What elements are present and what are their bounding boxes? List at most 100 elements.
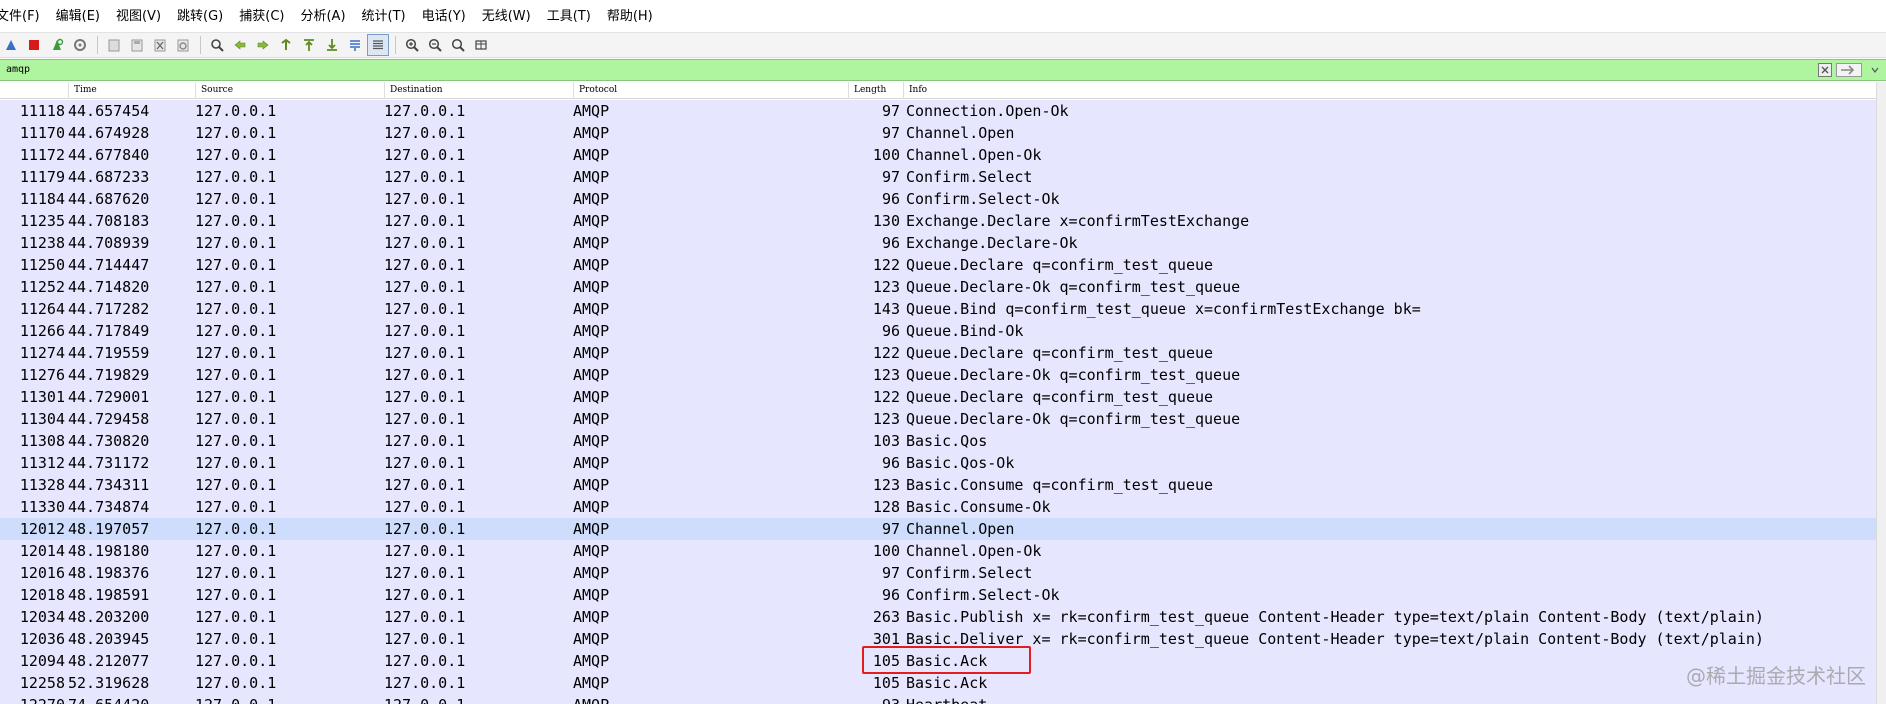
stop-capture-icon[interactable] xyxy=(23,34,45,56)
go-first-icon[interactable] xyxy=(298,34,320,56)
cell-destination: 127.0.0.1 xyxy=(384,212,466,230)
auto-scroll-icon[interactable] xyxy=(344,34,366,56)
menu-item[interactable]: 捕获(C) xyxy=(231,0,292,32)
table-row[interactable]: 12012 48.197057 127.0.0.1 127.0.0.1 AMQP 97 Ch… xyxy=(0,518,1876,540)
table-row[interactable]: 11172 44.677840 127.0.0.1 127.0.0.1 AMQP 100 C… xyxy=(0,144,1876,166)
table-row[interactable]: 11170 44.674928 127.0.0.1 127.0.0.1 AMQP 97 Ch… xyxy=(0,122,1876,144)
find-packet-icon[interactable] xyxy=(206,34,228,56)
table-row[interactable]: 11276 44.719829 127.0.0.1 127.0.0.1 AMQP 123 Q… xyxy=(0,364,1876,386)
go-back-icon[interactable] xyxy=(229,34,251,56)
column-header-length[interactable]: Length xyxy=(848,82,903,99)
column-header-protocol[interactable]: Protocol xyxy=(573,82,848,99)
table-row[interactable]: 11308 44.730820 127.0.0.1 127.0.0.1 AMQP 103 B… xyxy=(0,430,1876,452)
colorize-icon[interactable] xyxy=(367,34,389,56)
cell-info: Basic.Ack xyxy=(906,674,988,692)
table-row[interactable]: 11179 44.687233 127.0.0.1 127.0.0.1 AMQP 97 Co… xyxy=(0,166,1876,188)
apply-filter-icon[interactable] xyxy=(1836,63,1862,77)
table-row[interactable]: 11312 44.731172 127.0.0.1 127.0.0.1 AMQP 96 Ba… xyxy=(0,452,1876,474)
table-row[interactable]: 11264 44.717282 127.0.0.1 127.0.0.1 AMQP 143 Q… xyxy=(0,298,1876,320)
cell-time: 44.719829 xyxy=(68,366,150,384)
restart-capture-icon[interactable] xyxy=(46,34,68,56)
menu-item[interactable]: 工具(T) xyxy=(539,0,599,32)
table-row[interactable]: 11235 44.708183 127.0.0.1 127.0.0.1 AMQP 130 E… xyxy=(0,210,1876,232)
cell-destination: 127.0.0.1 xyxy=(384,608,466,626)
table-row[interactable]: 11118 44.657454 127.0.0.1 127.0.0.1 AMQP 97 Co… xyxy=(0,100,1876,122)
chevron-down-icon[interactable] xyxy=(1870,65,1880,75)
menu-item[interactable]: 帮助(H) xyxy=(599,0,661,32)
cell-no: 11184 xyxy=(19,190,65,208)
table-row[interactable]: 11238 44.708939 127.0.0.1 127.0.0.1 AMQP 96 Ex… xyxy=(0,232,1876,254)
cell-no: 12014 xyxy=(19,542,65,560)
menu-item[interactable]: 电话(Y) xyxy=(414,0,474,32)
table-row[interactable]: 12014 48.198180 127.0.0.1 127.0.0.1 AMQP 100 C… xyxy=(0,540,1876,562)
go-last-icon[interactable] xyxy=(321,34,343,56)
zoom-in-icon[interactable] xyxy=(401,34,423,56)
reload-file-icon[interactable] xyxy=(172,34,194,56)
column-header-source[interactable]: Source xyxy=(195,82,384,99)
cell-info: Confirm.Select xyxy=(906,168,1033,186)
display-filter-bar xyxy=(0,59,1886,81)
table-row[interactable]: 11250 44.714447 127.0.0.1 127.0.0.1 AMQP 122 Q… xyxy=(0,254,1876,276)
cell-length: 96 xyxy=(881,454,900,472)
cell-source: 127.0.0.1 xyxy=(195,212,277,230)
menu-item[interactable]: 分析(A) xyxy=(292,0,353,32)
menu-item[interactable]: 视图(V) xyxy=(108,0,169,32)
vertical-scrollbar[interactable] xyxy=(1876,82,1886,704)
column-header-destination[interactable]: Destination xyxy=(384,82,573,99)
table-row[interactable]: 11184 44.687620 127.0.0.1 127.0.0.1 AMQP 96 Co… xyxy=(0,188,1876,210)
table-row[interactable]: 12016 48.198376 127.0.0.1 127.0.0.1 AMQP 97 Co… xyxy=(0,562,1876,584)
table-row[interactable]: 11304 44.729458 127.0.0.1 127.0.0.1 AMQP 123 Q… xyxy=(0,408,1876,430)
table-row[interactable]: 12036 48.203945 127.0.0.1 127.0.0.1 AMQP 301 B… xyxy=(0,628,1876,650)
table-row[interactable]: 11274 44.719559 127.0.0.1 127.0.0.1 AMQP 122 Q… xyxy=(0,342,1876,364)
menu-item[interactable]: 统计(T) xyxy=(354,0,414,32)
shark-fin-icon[interactable] xyxy=(0,34,22,56)
zoom-normal-icon[interactable] xyxy=(447,34,469,56)
column-header-time[interactable]: Time xyxy=(68,82,195,99)
cell-length: 97 xyxy=(881,520,900,538)
cell-info: Connection.Open-Ok xyxy=(906,102,1069,120)
menu-item[interactable]: 无线(W) xyxy=(474,0,539,32)
clear-filter-icon[interactable] xyxy=(1818,63,1832,77)
table-row[interactable]: 11252 44.714820 127.0.0.1 127.0.0.1 AMQP 123 Q… xyxy=(0,276,1876,298)
table-row[interactable]: 11328 44.734311 127.0.0.1 127.0.0.1 AMQP 123 B… xyxy=(0,474,1876,496)
cell-source: 127.0.0.1 xyxy=(195,344,277,362)
save-file-icon[interactable] xyxy=(126,34,148,56)
menu-item[interactable]: 编辑(E) xyxy=(48,0,108,32)
table-row[interactable]: 12094 48.212077 127.0.0.1 127.0.0.1 AMQP 105 B… xyxy=(0,650,1876,672)
cell-source: 127.0.0.1 xyxy=(195,476,277,494)
table-row[interactable]: 12034 48.203200 127.0.0.1 127.0.0.1 AMQP 263 B… xyxy=(0,606,1876,628)
watermark: @稀土掘金技术社区 xyxy=(1686,664,1866,688)
column-header-no[interactable] xyxy=(0,82,68,99)
zoom-out-icon[interactable] xyxy=(424,34,446,56)
cell-protocol: AMQP xyxy=(573,366,610,384)
table-row[interactable]: 12018 48.198591 127.0.0.1 127.0.0.1 AMQP 96 Co… xyxy=(0,584,1876,606)
table-row[interactable]: 11266 44.717849 127.0.0.1 127.0.0.1 AMQP 96 Qu… xyxy=(0,320,1876,342)
capture-options-icon[interactable] xyxy=(69,34,91,56)
cell-no: 11312 xyxy=(19,454,65,472)
cell-protocol: AMQP xyxy=(573,520,610,538)
packet-list[interactable]: 11118 44.657454 127.0.0.1 127.0.0.1 AMQP 97 Co… xyxy=(0,100,1876,704)
cell-time: 44.708183 xyxy=(68,212,150,230)
close-file-icon[interactable] xyxy=(149,34,171,56)
menu-item[interactable]: 文件(F) xyxy=(0,0,48,32)
menu-item[interactable]: 跳转(G) xyxy=(169,0,231,32)
packet-list-header: Time Source Destination Protocol Length … xyxy=(0,82,1876,99)
table-row[interactable]: 1227074.654420 127.0.0.1 127.0.0.1 AMQP 93 He… xyxy=(0,694,1876,704)
cell-no: 11170 xyxy=(19,124,65,142)
column-header-info[interactable]: Info xyxy=(903,82,1876,99)
open-file-icon[interactable] xyxy=(103,34,125,56)
table-row[interactable]: 12258 52.319628 127.0.0.1 127.0.0.1 AMQP 105 B… xyxy=(0,672,1876,694)
go-to-packet-icon[interactable] xyxy=(275,34,297,56)
cell-length: 97 xyxy=(881,168,900,186)
cell-source: 127.0.0.1 xyxy=(195,256,277,274)
table-row[interactable]: 11301 44.729001 127.0.0.1 127.0.0.1 AMQP 122 Q… xyxy=(0,386,1876,408)
cell-source: 127.0.0.1 xyxy=(195,608,277,626)
cell-time: 48.198376 xyxy=(68,564,150,582)
table-row[interactable]: 11330 44.734874 127.0.0.1 127.0.0.1 AMQP 128 B… xyxy=(0,496,1876,518)
cell-protocol: AMQP xyxy=(573,278,610,296)
cell-source: 127.0.0.1 xyxy=(195,454,277,472)
go-forward-icon[interactable] xyxy=(252,34,274,56)
cell-protocol: AMQP xyxy=(573,498,610,516)
display-filter-input[interactable] xyxy=(4,60,1804,80)
resize-columns-icon[interactable] xyxy=(470,34,492,56)
